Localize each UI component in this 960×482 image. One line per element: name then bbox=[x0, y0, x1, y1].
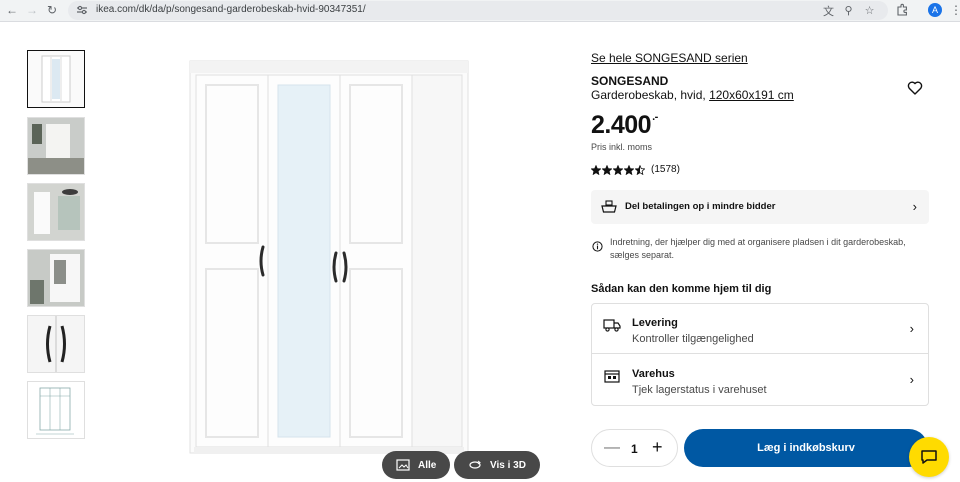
chevron-right-icon: › bbox=[912, 199, 917, 214]
thumbnail-2[interactable] bbox=[27, 117, 85, 175]
thumbnail-4[interactable] bbox=[27, 249, 85, 307]
series-link[interactable]: Se hele SONGESAND serien bbox=[591, 51, 748, 65]
delivery-option-title: Varehus bbox=[632, 368, 675, 380]
review-count[interactable]: (1578) bbox=[651, 164, 680, 175]
thumbnail-1[interactable] bbox=[27, 50, 85, 108]
browser-toolbar: ← → ↻ ikea.com/dk/da/p/songesand-gardero… bbox=[0, 0, 960, 22]
site-settings-icon[interactable] bbox=[76, 4, 88, 16]
chevron-right-icon: › bbox=[909, 372, 914, 387]
profile-avatar[interactable]: A bbox=[928, 3, 942, 17]
product-dimensions-link[interactable]: 120x60x191 cm bbox=[709, 88, 794, 102]
rating[interactable]: (1578) bbox=[591, 164, 680, 175]
quantity-stepper: — 1 + bbox=[591, 429, 678, 467]
truck-icon bbox=[603, 319, 621, 332]
product-image[interactable] bbox=[180, 55, 480, 460]
url-text[interactable]: ikea.com/dk/da/p/songesand-garderobeskab… bbox=[96, 4, 366, 15]
price-suffix: .- bbox=[652, 111, 658, 123]
product-description: Garderobeskab, hvid, 120x60x191 cm bbox=[591, 88, 794, 102]
thumbnail-5[interactable] bbox=[27, 315, 85, 373]
chat-button[interactable] bbox=[909, 437, 949, 477]
quantity-increase-button[interactable]: + bbox=[652, 437, 663, 458]
add-to-cart-button[interactable]: Læg i indkøbskurv bbox=[684, 429, 928, 467]
product-price: 2.400.- bbox=[591, 111, 658, 140]
all-images-button[interactable]: Alle bbox=[382, 451, 451, 479]
reload-icon[interactable]: ↻ bbox=[44, 2, 60, 18]
rating-stars bbox=[591, 164, 645, 175]
delivery-heading: Sådan kan den komme hjem til dig bbox=[591, 283, 772, 295]
thumbnail-3[interactable] bbox=[27, 183, 85, 241]
view-3d-label: Vis i 3D bbox=[490, 459, 526, 471]
translate-icon[interactable]: 文 bbox=[822, 4, 835, 18]
delivery-option-varehus[interactable]: Varehus Tjek lagerstatus i varehuset › bbox=[592, 355, 928, 405]
star-icon bbox=[635, 164, 645, 175]
zoom-icon[interactable]: ⚲ bbox=[842, 4, 855, 17]
gallery-icon bbox=[396, 459, 410, 471]
view-3d-button[interactable]: Vis i 3D bbox=[454, 451, 540, 479]
price-value: 2.400 bbox=[591, 111, 652, 139]
product-name: SONGESAND bbox=[591, 74, 669, 88]
favorite-heart-icon[interactable] bbox=[907, 80, 923, 96]
star-icon bbox=[613, 164, 623, 175]
payment-split-banner[interactable]: Del betalingen op i mindre bidder › bbox=[591, 190, 929, 224]
chat-icon bbox=[921, 450, 937, 464]
address-bar[interactable]: ikea.com/dk/da/p/songesand-garderobeskab… bbox=[68, 1, 888, 20]
payment-split-icon bbox=[601, 200, 617, 213]
back-icon[interactable]: ← bbox=[4, 2, 20, 18]
all-images-label: Alle bbox=[418, 459, 437, 471]
delivery-option-title: Levering bbox=[632, 317, 678, 329]
quantity-value[interactable]: 1 bbox=[631, 442, 638, 456]
quantity-decrease-button[interactable]: — bbox=[604, 439, 620, 457]
thumbnail-6[interactable] bbox=[27, 381, 85, 439]
payment-split-label: Del betalingen op i mindre bidder bbox=[625, 201, 776, 212]
bookmark-star-icon[interactable]: ☆ bbox=[863, 4, 876, 17]
info-icon bbox=[592, 241, 603, 252]
delivery-option-subtitle: Tjek lagerstatus i varehuset bbox=[632, 384, 767, 396]
browser-menu-icon[interactable]: ⋮ bbox=[950, 3, 960, 17]
rotate-3d-icon bbox=[469, 460, 481, 469]
extensions-icon[interactable] bbox=[895, 3, 909, 17]
product-type: Garderobeskab, hvid, bbox=[591, 88, 706, 102]
price-note: Pris inkl. moms bbox=[591, 142, 653, 152]
store-icon bbox=[604, 370, 620, 383]
delivery-options: Levering Kontroller tilgængelighed › Var… bbox=[591, 303, 929, 406]
delivery-option-subtitle: Kontroller tilgængelighed bbox=[632, 333, 754, 345]
delivery-option-levering[interactable]: Levering Kontroller tilgængelighed › bbox=[592, 304, 928, 354]
star-icon bbox=[602, 164, 612, 175]
star-icon bbox=[624, 164, 634, 175]
chevron-right-icon: › bbox=[909, 321, 914, 336]
star-icon bbox=[591, 164, 601, 175]
forward-icon[interactable]: → bbox=[24, 2, 40, 18]
info-text: Indretning, der hjælper dig med at organ… bbox=[610, 237, 906, 260]
